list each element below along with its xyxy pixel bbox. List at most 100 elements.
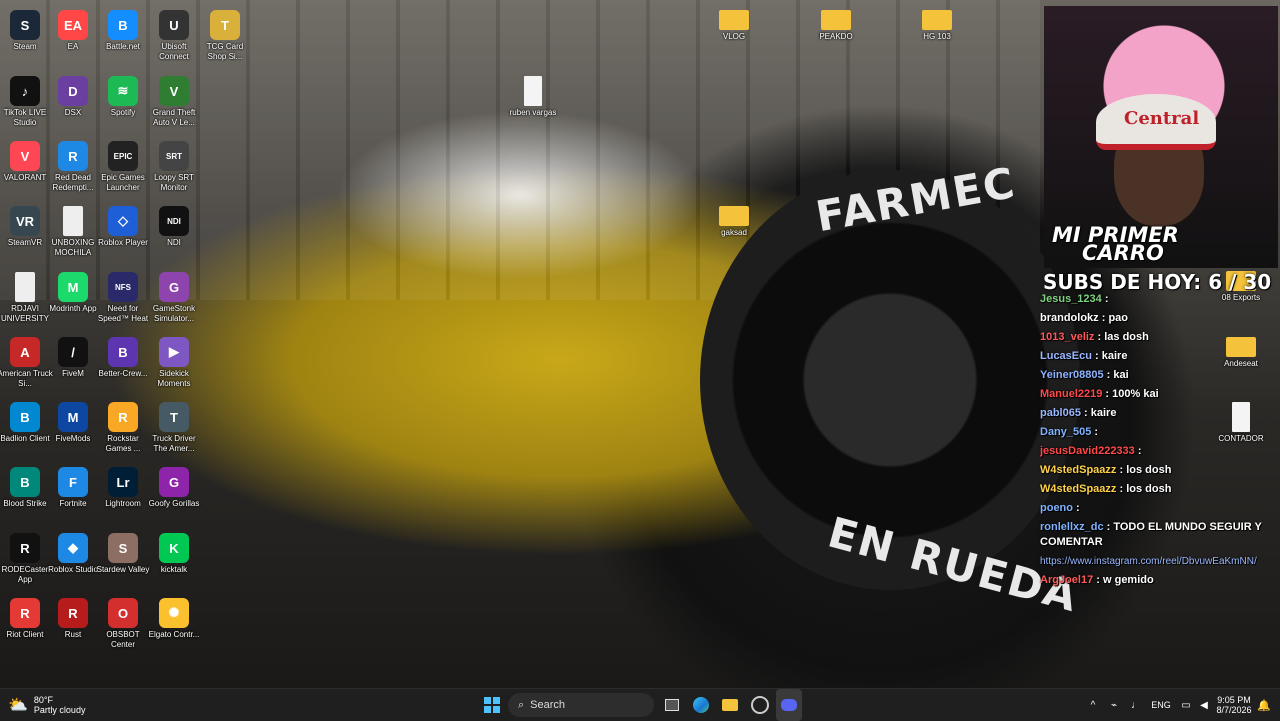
desktop-icon-ndi[interactable]: NDI NDI bbox=[146, 200, 202, 248]
chat-separator: : bbox=[1116, 483, 1127, 495]
desktop-icon-kicktalk[interactable]: Kkicktalk bbox=[146, 527, 202, 575]
desktop-icon-roblox-studio[interactable]: ◆ Roblox Studio bbox=[45, 527, 101, 575]
search-box[interactable]: ⌕ Search bbox=[508, 693, 654, 717]
desktop-icon-label: Rockstar Games ... bbox=[105, 434, 141, 453]
chat-text: pao bbox=[1108, 312, 1129, 324]
edge-icon[interactable] bbox=[690, 689, 712, 721]
desktop-icon-unboxing-mochila[interactable]: UNBOXING MOCHILA bbox=[45, 200, 101, 258]
desktop-icon-tcg-card-shop-si[interactable]: T TCG Card Shop Si... bbox=[197, 4, 253, 62]
search-icon: ⌕ bbox=[518, 698, 525, 711]
notification-bell-icon[interactable]: 🔔 bbox=[1256, 689, 1272, 721]
app-icon: R bbox=[10, 533, 40, 563]
chat-username: W4stedSpaazz bbox=[1040, 464, 1117, 476]
file-ruben-vargas[interactable]: ruben vargas bbox=[505, 70, 561, 118]
desktop-icon-truck-driver-the-amer[interactable]: T Truck Driver The Amer... bbox=[146, 396, 202, 454]
desktop-icon-gamestonk-simulator[interactable]: G GameStonk Simulator... bbox=[146, 266, 202, 324]
app-icon: A bbox=[10, 337, 40, 367]
desktop-icon-better-crew[interactable]: B Better-Crew... bbox=[95, 331, 151, 379]
desktop-icon-fivem[interactable]: / FiveM bbox=[45, 331, 101, 379]
desktop-icon-roblox-player[interactable]: ◇ Roblox Player bbox=[95, 200, 151, 248]
desktop-icon-ea[interactable]: EA EA bbox=[45, 4, 101, 52]
desktop-icon-goofy-gorillas[interactable]: G Goofy Gorillas bbox=[146, 461, 202, 509]
desktop-icon-dsx[interactable]: D DSX bbox=[45, 70, 101, 118]
desktop-icon-red-dead-redempti[interactable]: R Red Dead Redempti... bbox=[45, 135, 101, 193]
weather-desc: Partly cloudy bbox=[33, 705, 86, 715]
file-explorer-icon[interactable] bbox=[718, 689, 742, 721]
chat-separator: : bbox=[1091, 426, 1099, 438]
windows-icon bbox=[484, 697, 500, 713]
desktop-icon-label: PEAKDO bbox=[819, 32, 853, 41]
app-icon: S bbox=[108, 533, 138, 563]
language-indicator[interactable]: ENG bbox=[1150, 689, 1172, 721]
display-icon[interactable]: ▭ bbox=[1178, 689, 1194, 721]
folder-vlog[interactable]: VLOG bbox=[706, 4, 762, 42]
desktop-icon-label: Stardew Valley bbox=[96, 565, 150, 574]
desktop-icon-epic-games-launcher[interactable]: EPIC Epic Games Launcher bbox=[95, 135, 151, 193]
desktop-icon-label: Better-Crew... bbox=[98, 369, 148, 378]
app-icon: D bbox=[58, 76, 88, 106]
weather-icon: ⛅ bbox=[8, 697, 28, 714]
chat-message: LucasEcu : kaire bbox=[1040, 347, 1280, 366]
desktop-icon-rockstar-games[interactable]: R Rockstar Games ... bbox=[95, 396, 151, 454]
app-icon: ◆ bbox=[58, 533, 88, 563]
chat-message: poeno : bbox=[1040, 499, 1280, 518]
weather-widget[interactable]: ⛅ 80°F Partly cloudy bbox=[8, 689, 118, 721]
desktop-icon-label: Roblox Player bbox=[98, 238, 148, 247]
desktop-icon-battle-net[interactable]: B Battle.net bbox=[95, 4, 151, 52]
desktop-icon-stardew-valley[interactable]: S Stardew Valley bbox=[95, 527, 151, 575]
discord-icon[interactable] bbox=[776, 689, 802, 721]
app-icon: R bbox=[58, 141, 88, 171]
start-button[interactable] bbox=[480, 689, 504, 721]
chat-message: jesusDavid222333 : bbox=[1040, 442, 1280, 461]
chat-username: pabl065 bbox=[1040, 407, 1081, 419]
desktop-icon-need-for-speed-heat[interactable]: NFS Need for Speed™ Heat bbox=[95, 266, 151, 324]
chat-link[interactable]: https://www.instagram.com/reel/DbvuwEaKm… bbox=[1040, 556, 1257, 567]
chevron-up-icon[interactable]: ^ bbox=[1086, 689, 1100, 721]
chat-message: Dany_505 : bbox=[1040, 423, 1280, 442]
app-icon: ◇ bbox=[108, 206, 138, 236]
desktop-icon-modrinth-app[interactable]: M Modrinth App bbox=[45, 266, 101, 314]
app-icon: ▶ bbox=[159, 337, 189, 367]
desktop-icon-elgato-contr[interactable]: ✺ Elgato Contr... bbox=[146, 592, 202, 640]
desktop-icon-label: TCG Card Shop Si... bbox=[206, 42, 244, 61]
app-icon: B bbox=[108, 337, 138, 367]
folder-peakdo[interactable]: PEAKDO bbox=[808, 4, 864, 42]
task-view-icon[interactable] bbox=[662, 689, 682, 721]
app-icon: K bbox=[159, 533, 189, 563]
folder-gaksad[interactable]: gaksad bbox=[706, 200, 762, 238]
folder-hg-103[interactable]: HG 103 bbox=[909, 4, 965, 42]
app-icon: S bbox=[10, 10, 40, 40]
desktop-icon-label: Fortnite bbox=[59, 499, 87, 508]
clock[interactable]: 9:05 PM 8/7/2026 bbox=[1214, 689, 1254, 721]
chat-separator: : bbox=[1094, 331, 1105, 343]
app-icon: M bbox=[58, 402, 88, 432]
chat-message: brandolokz : pao bbox=[1040, 309, 1280, 328]
app-icon: NFS bbox=[108, 272, 138, 302]
desktop-icon-spotify[interactable]: ≋ Spotify bbox=[95, 70, 151, 118]
chat-message: Manuel2219 : 100% kai bbox=[1040, 385, 1280, 404]
desktop-icon-grand-theft-auto-v-le[interactable]: V Grand Theft Auto V Le... bbox=[146, 70, 202, 128]
desktop-icon-loopy-srt-monitor[interactable]: SRT Loopy SRT Monitor bbox=[146, 135, 202, 193]
folder-icon bbox=[719, 206, 749, 226]
desktop-icon-label: Spotify bbox=[110, 108, 136, 117]
app-taskbar-icon[interactable] bbox=[748, 689, 772, 721]
network-icon[interactable]: ⌁ bbox=[1106, 689, 1122, 721]
app-icon: EPIC bbox=[108, 141, 138, 171]
chat-separator: : bbox=[1103, 521, 1114, 533]
microphone-icon[interactable]: ♩ bbox=[1128, 689, 1144, 721]
desktop-icon-fivemods[interactable]: M FiveMods bbox=[45, 396, 101, 444]
volume-icon[interactable]: ◀ bbox=[1196, 689, 1212, 721]
desktop-icon-label: EA bbox=[67, 42, 79, 51]
desktop-icon-sidekick-moments[interactable]: ▶ Sidekick Moments bbox=[146, 331, 202, 389]
desktop-icon-fortnite[interactable]: F Fortnite bbox=[45, 461, 101, 509]
desktop-icon-lightroom[interactable]: Lr Lightroom bbox=[95, 461, 151, 509]
app-icon: R bbox=[10, 598, 40, 628]
desktop-icon-label: Truck Driver The Amer... bbox=[152, 434, 196, 453]
chat-username: brandolokz bbox=[1040, 312, 1099, 324]
app-icon: G bbox=[159, 272, 189, 302]
cam-title: MI PRIMER CARRO bbox=[1052, 225, 1179, 264]
desktop-icon-rust[interactable]: R Rust bbox=[45, 592, 101, 640]
chat-message: ArgJoel17 : w gemido bbox=[1040, 571, 1280, 590]
desktop-icon-ubisoft-connect[interactable]: U Ubisoft Connect bbox=[146, 4, 202, 62]
desktop-icon-obsbot-center[interactable]: O OBSBOT Center bbox=[95, 592, 151, 650]
